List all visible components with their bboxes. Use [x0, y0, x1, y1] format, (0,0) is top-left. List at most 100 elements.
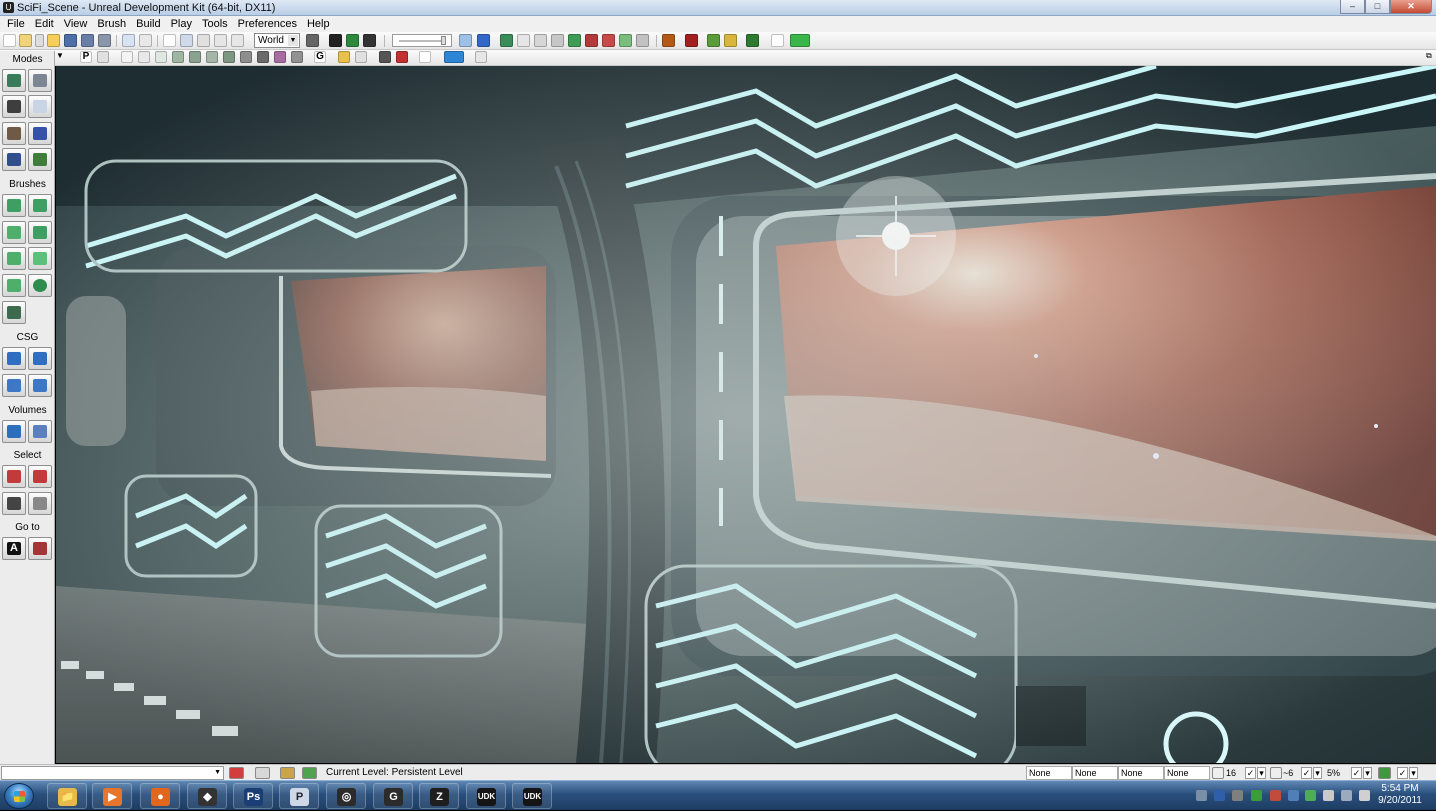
sound-icon[interactable] [602, 34, 615, 47]
open-recent-icon[interactable] [47, 34, 60, 47]
autosave-icon[interactable] [302, 767, 317, 779]
taskbar-zbrush-button[interactable]: Z [419, 783, 459, 809]
level-browser-icon[interactable] [534, 34, 547, 47]
sheet-brush-button[interactable] [28, 247, 52, 270]
content-browser-icon[interactable] [459, 34, 472, 47]
mesh-paint-icon[interactable] [636, 34, 649, 47]
move-mode-button[interactable] [28, 95, 52, 118]
taskbar-app-swirl-button[interactable]: ◎ [326, 783, 366, 809]
menu-build[interactable]: Build [131, 16, 165, 32]
taskbar-udk-2-button[interactable]: UDK [512, 783, 552, 809]
invert-selection-button[interactable] [28, 492, 52, 515]
snap-icon[interactable] [280, 767, 295, 779]
build-all-icon[interactable] [746, 34, 759, 47]
tray-monitor-icon[interactable] [1341, 790, 1352, 801]
redo-icon[interactable] [139, 34, 152, 47]
lock-selection-icon[interactable] [255, 767, 270, 779]
eye-icon[interactable] [355, 51, 367, 63]
scale-mode-icon[interactable] [214, 34, 227, 47]
show-selected-button[interactable] [2, 465, 26, 488]
slider-thumb[interactable] [441, 36, 446, 45]
perspective-toggle[interactable]: P [80, 51, 92, 63]
maximize-viewport-icon[interactable] [419, 51, 431, 63]
tray-antivirus-icon[interactable] [1270, 790, 1281, 801]
game-view-toggle[interactable]: G [314, 51, 326, 63]
rotation-snap-dropdown[interactable]: ▾ [1313, 767, 1322, 779]
csg-intersect-button[interactable] [2, 374, 26, 397]
hide-selected-button[interactable] [28, 465, 52, 488]
goto-actor-button[interactable] [28, 537, 52, 560]
save-icon[interactable] [64, 34, 77, 47]
foliage-mode-button[interactable] [28, 148, 52, 171]
kismet-icon[interactable] [329, 34, 342, 47]
texture-align-button[interactable] [2, 122, 26, 145]
tray-p-icon[interactable] [1214, 790, 1225, 801]
binoculars-icon[interactable] [306, 34, 319, 47]
grid-size-dropdown[interactable]: ▾ [1257, 767, 1266, 779]
goto-builder-button[interactable]: A [2, 537, 26, 560]
add-special-volume-button[interactable] [28, 420, 52, 443]
drag-grid-slider[interactable] [392, 34, 452, 47]
menu-help[interactable]: Help [302, 16, 335, 32]
open-folder-icon[interactable] [19, 34, 32, 47]
perspective-viewport[interactable] [56, 66, 1436, 763]
lightmap-density-icon[interactable] [274, 51, 286, 63]
tray-disk-icon[interactable] [1232, 790, 1243, 801]
spiral-stair-button[interactable] [2, 274, 26, 297]
grid-snap-checkbox[interactable]: ✓ [1245, 767, 1256, 779]
viewport-pin-icon[interactable] [475, 51, 487, 63]
k-green-icon[interactable] [346, 34, 359, 47]
landscape-mode-button[interactable] [2, 148, 26, 171]
menu-view[interactable]: View [59, 16, 93, 32]
csg-deintersect-button[interactable] [28, 374, 52, 397]
light-complexity-icon[interactable] [223, 51, 235, 63]
groups-icon[interactable] [517, 34, 530, 47]
terrain-icon[interactable] [568, 34, 581, 47]
scale-snap-dropdown[interactable]: ▾ [1363, 767, 1372, 779]
scale-snap-checkbox[interactable]: ✓ [1351, 767, 1362, 779]
save-all-icon[interactable] [81, 34, 94, 47]
extra-snap-checkbox[interactable]: ✓ [1397, 767, 1408, 779]
taskbar-explorer-button[interactable]: 📁 [47, 783, 87, 809]
chevron-down-icon[interactable]: ▼ [214, 769, 221, 776]
brush-wireframe-icon[interactable] [138, 51, 150, 63]
shader-complexity-icon[interactable] [257, 51, 269, 63]
menu-file[interactable]: File [2, 16, 30, 32]
tray-nvidia-icon[interactable] [1251, 790, 1262, 801]
menu-tools[interactable]: Tools [197, 16, 233, 32]
menu-play[interactable]: Play [166, 16, 197, 32]
realtime-audio-icon[interactable] [1378, 767, 1391, 779]
detail-lighting-icon[interactable] [189, 51, 201, 63]
camera-mode-button[interactable] [2, 69, 26, 92]
save-as-icon[interactable] [98, 34, 111, 47]
taskbar-app-ring-button[interactable]: G [373, 783, 413, 809]
rotate-mode-icon[interactable] [197, 34, 210, 47]
maximize-button[interactable]: □ [1365, 0, 1390, 14]
generic-browser-icon[interactable] [477, 34, 490, 47]
actor-classes-icon[interactable] [500, 34, 513, 47]
tray-volume-icon[interactable] [1359, 790, 1370, 801]
mesh-paint-button[interactable] [28, 122, 52, 145]
cone-brush-button[interactable] [28, 194, 52, 217]
start-button[interactable] [4, 783, 34, 809]
new-file-icon[interactable] [3, 34, 16, 47]
coordinate-system-select[interactable]: World ▼ [254, 33, 300, 48]
play-in-editor-icon[interactable] [790, 34, 810, 47]
build-geometry-icon[interactable] [662, 34, 675, 47]
command-line-input[interactable]: ▼ [1, 766, 224, 780]
terrain-mode-button[interactable] [2, 95, 26, 118]
menu-brush[interactable]: Brush [92, 16, 131, 32]
menu-preferences[interactable]: Preferences [233, 16, 302, 32]
static-mesh-icon[interactable] [619, 34, 632, 47]
play-viewport-icon[interactable] [444, 51, 464, 63]
taskbar-p-app-button[interactable]: P [279, 783, 319, 809]
taskbar-udk-1-button[interactable]: UDK [466, 783, 506, 809]
rotation-snap-checkbox[interactable]: ✓ [1301, 767, 1312, 779]
open-dropdown-icon[interactable] [35, 34, 44, 47]
tray-keyboard-icon[interactable] [1196, 790, 1207, 801]
scale-nonuniform-icon[interactable] [231, 34, 244, 47]
unlit-icon[interactable] [155, 51, 167, 63]
viewport-menu-arrow-icon[interactable]: ▼ [56, 51, 68, 63]
cascade-icon[interactable] [585, 34, 598, 47]
lighting-only-icon[interactable] [206, 51, 218, 63]
